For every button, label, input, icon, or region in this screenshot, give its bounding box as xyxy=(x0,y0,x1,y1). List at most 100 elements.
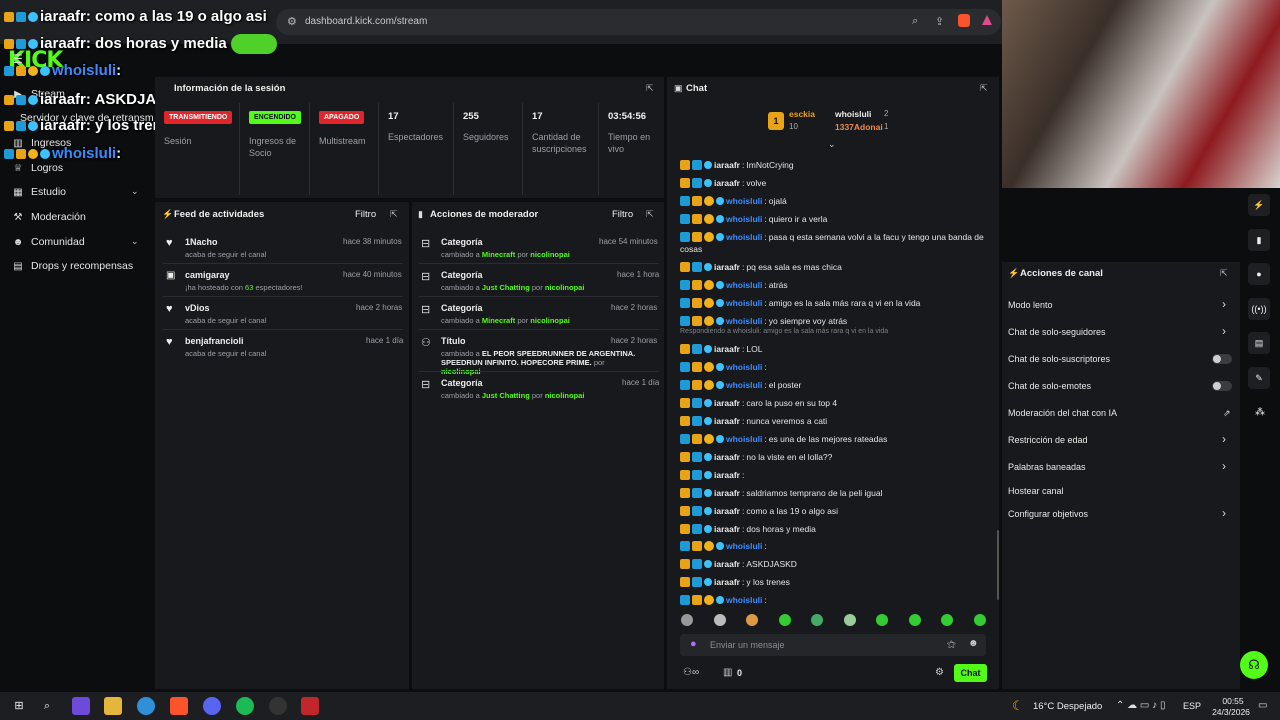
slow-mode-item[interactable]: Modo lento xyxy=(1008,300,1053,310)
sidebar-item-moderation[interactable]: ⚒ Moderación xyxy=(12,211,86,223)
top-gifter-name[interactable]: 1337Adonai xyxy=(835,122,883,132)
share-icon[interactable]: ⇪ xyxy=(935,15,944,28)
chat-username[interactable]: iaraafr xyxy=(714,398,740,408)
age-restriction-item[interactable]: Restricción de edad xyxy=(1008,435,1088,445)
mod-filter-button[interactable]: Filtro xyxy=(612,209,633,220)
chat-username[interactable]: iaraafr xyxy=(714,160,740,170)
subs-only-item[interactable]: Chat de solo-suscriptores xyxy=(1008,354,1110,364)
emote-button[interactable] xyxy=(908,614,921,626)
magic-icon[interactable]: ⚝ xyxy=(947,639,956,650)
chat-username[interactable]: iaraafr xyxy=(714,506,740,516)
expand-icon[interactable]: ⇱ xyxy=(980,83,988,94)
sidebar-item-drops[interactable]: ▤ Drops y recompensas xyxy=(12,260,133,272)
expand-icon[interactable]: ⇱ xyxy=(390,209,398,220)
sidebar-item-studio[interactable]: ▦ Estudio xyxy=(12,186,142,198)
chat-username[interactable]: whoisluli xyxy=(726,280,762,290)
followers-only-item[interactable]: Chat de solo-seguidores xyxy=(1008,327,1106,337)
chat-username[interactable]: whoisluli xyxy=(726,541,762,551)
settings-gear-icon[interactable]: ⚙ xyxy=(935,667,944,678)
obs-icon[interactable] xyxy=(269,697,287,715)
brave-icon[interactable] xyxy=(170,697,188,715)
support-headset-icon[interactable]: ☊ xyxy=(1240,651,1268,679)
emote-button[interactable] xyxy=(713,614,726,626)
chat-username[interactable]: whoisluli xyxy=(726,434,762,444)
emote-only-item[interactable]: Chat de solo-emotes xyxy=(1008,381,1091,391)
emoji-icon[interactable]: ☻ xyxy=(968,638,979,649)
expand-icon[interactable]: ⇱ xyxy=(646,83,654,94)
edge-icon[interactable] xyxy=(137,697,155,715)
chat-username[interactable]: iaraafr xyxy=(714,559,740,569)
emote-button[interactable] xyxy=(746,614,758,626)
chat-username[interactable]: whoisluli xyxy=(726,380,762,390)
discord-icon[interactable] xyxy=(203,697,221,715)
spotify-icon[interactable] xyxy=(236,697,254,715)
language-indicator[interactable]: ESP xyxy=(1183,701,1201,711)
emote-button[interactable] xyxy=(941,614,953,626)
search-icon[interactable]: ⌕ xyxy=(38,697,56,715)
emote-button[interactable] xyxy=(811,614,823,626)
ai-moderation-item[interactable]: Moderación del chat con IA xyxy=(1008,408,1117,418)
share-nodes-icon[interactable]: ⁂ xyxy=(1255,407,1265,418)
goals-item[interactable]: Configurar objetivos xyxy=(1008,509,1088,519)
chevron-right-icon[interactable]: › xyxy=(1222,459,1226,473)
app-icon[interactable] xyxy=(301,697,319,715)
sidebar-item-community[interactable]: ☻ Comunidad xyxy=(12,236,85,248)
mod-shield-icon[interactable]: ▮ xyxy=(1248,229,1270,251)
brave-rewards-icon[interactable] xyxy=(982,15,992,25)
chat-username[interactable]: iaraafr xyxy=(714,470,740,480)
chat-username[interactable]: iaraafr xyxy=(714,178,740,188)
windows-start-icon[interactable]: ⊞ xyxy=(10,697,28,715)
chat-username[interactable]: iaraafr xyxy=(714,488,740,498)
chat-username[interactable]: iaraafr xyxy=(714,416,740,426)
chat-username[interactable]: whoisluli xyxy=(726,232,762,242)
site-info-icon[interactable]: ⚙ xyxy=(287,15,297,28)
weather-text[interactable]: 16°C Despejado xyxy=(1033,701,1102,712)
banned-words-item[interactable]: Palabras baneadas xyxy=(1008,462,1086,472)
users-icon[interactable]: ⚇∞ xyxy=(683,667,699,678)
user-card-icon[interactable]: ▤ xyxy=(1248,332,1270,354)
chat-username[interactable]: iaraafr xyxy=(714,262,740,272)
emote-button[interactable] xyxy=(681,614,693,626)
chat-username[interactable]: whoisluli xyxy=(726,316,762,326)
zoom-icon[interactable]: ⌕ xyxy=(912,15,918,28)
chat-username[interactable]: iaraafr xyxy=(714,344,740,354)
chat-username[interactable]: whoisluli xyxy=(726,196,762,206)
clock-time[interactable]: 00:55 xyxy=(1213,696,1253,706)
expand-icon[interactable]: ⇱ xyxy=(1220,268,1228,279)
chevron-right-icon[interactable]: › xyxy=(1222,297,1226,311)
wrench-icon[interactable]: ✎ xyxy=(1248,367,1270,389)
feed-filter-button[interactable]: Filtro xyxy=(355,209,376,220)
chat-username[interactable]: iaraafr xyxy=(714,524,740,534)
top-gifter-name[interactable]: whoisluli xyxy=(835,109,871,119)
emote-button[interactable] xyxy=(973,614,986,626)
chat-username[interactable]: iaraafr xyxy=(714,452,740,462)
emote-button[interactable] xyxy=(843,614,856,626)
chat-send-button[interactable]: Chat xyxy=(954,664,987,682)
chat-username[interactable]: whoisluli xyxy=(726,214,762,224)
mic-icon[interactable]: ● xyxy=(690,638,697,650)
tray-icons[interactable]: ⌃ ☁ ▭ ♪ ▯ xyxy=(1116,700,1165,711)
copilot-icon[interactable] xyxy=(72,697,90,715)
host-channel-item[interactable]: Hostear canal xyxy=(1008,486,1064,496)
chat-username[interactable]: whoisluli xyxy=(726,362,762,372)
chat-scrollbar[interactable] xyxy=(997,530,999,600)
sidebar-item-achievements[interactable]: ♕ Logros xyxy=(12,162,64,174)
brave-shield-icon[interactable] xyxy=(958,14,970,27)
chevron-right-icon[interactable]: › xyxy=(1222,506,1226,520)
expand-icon[interactable]: ⇱ xyxy=(646,209,654,220)
top-gifter-name[interactable]: esckia xyxy=(789,109,815,119)
chevron-right-icon[interactable]: › xyxy=(1222,432,1226,446)
chat-username[interactable]: iaraafr xyxy=(714,577,740,587)
chat-username[interactable]: whoisluli xyxy=(726,595,762,605)
file-explorer-icon[interactable] xyxy=(104,697,122,715)
broadcast-icon[interactable]: ((•)) xyxy=(1248,298,1270,320)
chat-bubble-icon[interactable]: ● xyxy=(1248,263,1270,285)
quick-actions-icon[interactable]: ⚡ xyxy=(1248,194,1270,216)
emote-button[interactable] xyxy=(778,614,791,626)
emote-only-toggle[interactable] xyxy=(1212,381,1232,391)
subs-only-toggle[interactable] xyxy=(1212,354,1232,364)
external-link-icon[interactable]: ⇗ xyxy=(1223,408,1231,419)
clock-date[interactable]: 24/3/2026 xyxy=(1206,707,1256,717)
notifications-icon[interactable]: ▭ xyxy=(1258,700,1267,711)
collapse-icon[interactable]: ⌄ xyxy=(828,139,836,150)
